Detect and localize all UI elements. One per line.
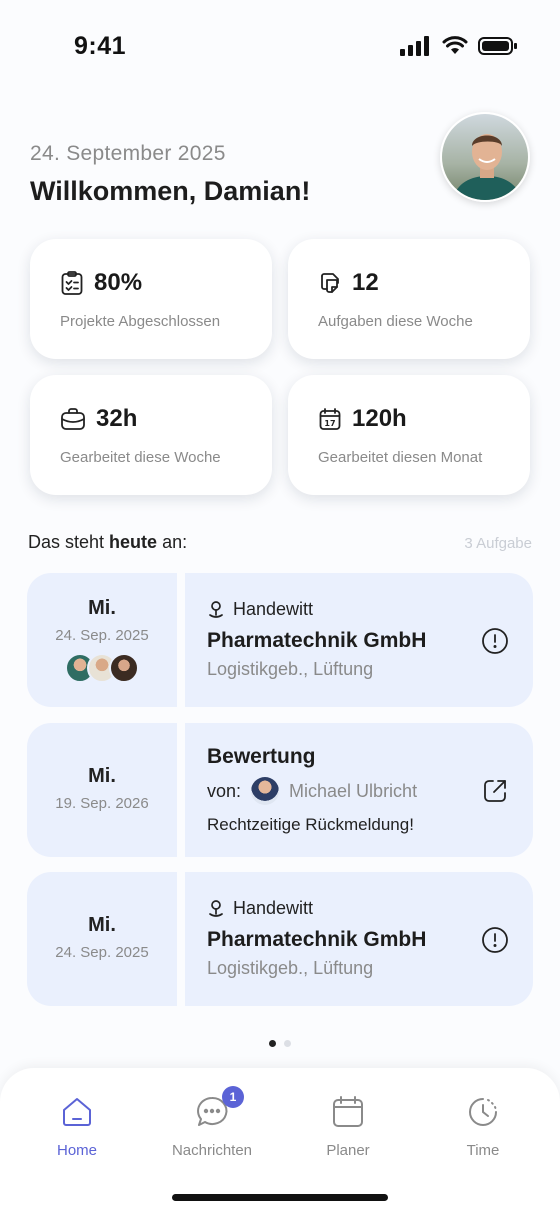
today-heading: Das steht heute an:	[28, 532, 188, 552]
review-from-label: von:	[207, 780, 242, 801]
task-company: Pharmatechnik GmbH	[207, 629, 427, 652]
status-bar: 9:41	[0, 0, 560, 96]
review-card[interactable]: Mi. 19. Sep. 2026 Bewertung von: Michael…	[27, 723, 533, 857]
task-date: 24. Sep. 2025	[55, 944, 149, 961]
task-detail: Logistikgeb., Lüftung	[207, 659, 374, 679]
tab-messages[interactable]: 1 Nachrichten	[152, 1086, 272, 1159]
task-detail-panel: Handewitt Pharmatechnik GmbH Logistikgeb…	[185, 872, 533, 1006]
task-day: Mi.	[88, 914, 116, 936]
tab-label: Nachrichten	[171, 1142, 253, 1159]
task-card[interactable]: Mi. 24. Sep. 2025 Handewitt Pharmatechni…	[27, 573, 533, 707]
reviewer-name[interactable]: Michael Ulbricht	[289, 781, 417, 802]
stat-label: Projekte Abgeschlossen	[60, 313, 221, 330]
calendar-17-icon: 17	[319, 408, 341, 430]
task-day: Mi.	[88, 765, 116, 787]
task-count: 3 Aufgabe	[464, 535, 532, 552]
external-link-icon[interactable]	[481, 777, 509, 805]
briefcase-icon	[61, 408, 85, 430]
stat-value: 120h	[352, 405, 407, 432]
stat-value: 80%	[94, 269, 143, 296]
task-date-panel: Mi. 19. Sep. 2026	[27, 723, 177, 857]
svg-text:17: 17	[324, 419, 335, 428]
welcome-title: Willkommen, Damian!	[30, 176, 311, 206]
pagination-dots[interactable]	[0, 1040, 560, 1047]
task-day: Mi.	[88, 597, 116, 619]
page-dot[interactable]	[284, 1040, 291, 1047]
task-company: Pharmatechnik GmbH	[207, 928, 427, 951]
task-date: 24. Sep. 2025	[55, 627, 149, 644]
tab-label: Home	[56, 1142, 97, 1159]
stat-label: Gearbeitet diesen Monat	[318, 449, 483, 466]
notes-icon	[321, 273, 339, 293]
stat-value: 12	[352, 269, 379, 296]
review-detail-panel: Bewertung von: Michael Ulbricht Rechtzei…	[185, 723, 533, 857]
bottom-tab-bar: Home 1 Nachrichten Planer Time	[0, 1068, 560, 1214]
task-date-panel: Mi. 24. Sep. 2025	[27, 872, 177, 1006]
avatar-photo	[442, 114, 528, 200]
tab-label: Planer	[326, 1142, 370, 1159]
status-time: 9:41	[74, 32, 127, 60]
task-detail-panel: Handewitt Pharmatechnik GmbH Logistikgeb…	[185, 573, 533, 707]
avatar	[109, 653, 139, 683]
stat-card-hours-week[interactable]: 32h Gearbeitet diese Woche	[30, 375, 272, 495]
home-icon	[63, 1098, 91, 1126]
stat-card-projects[interactable]: 80% Projekte Abgeschlossen	[30, 239, 272, 359]
stat-card-hours-month[interactable]: 17 120h Gearbeitet diesen Monat	[288, 375, 530, 495]
task-date: 19. Sep. 2026	[55, 795, 149, 812]
task-card[interactable]: Mi. 24. Sep. 2025 Handewitt Pharmatechni…	[27, 872, 533, 1006]
stat-label: Gearbeitet diese Woche	[60, 449, 221, 466]
battery-icon	[478, 37, 517, 55]
stat-card-tasks[interactable]: 12 Aufgaben diese Woche	[288, 239, 530, 359]
wifi-icon	[442, 36, 468, 54]
tab-home[interactable]: Home	[17, 1092, 137, 1159]
location-pin-icon	[209, 899, 223, 917]
unread-badge: 1	[222, 1086, 244, 1108]
page-dot-active[interactable]	[269, 1040, 276, 1047]
alert-circle-icon[interactable]	[481, 926, 509, 954]
task-location: Handewitt	[233, 599, 314, 619]
task-detail: Logistikgeb., Lüftung	[207, 958, 374, 978]
current-date: 24. September 2025	[30, 142, 226, 165]
tab-time[interactable]: Time	[423, 1092, 543, 1159]
calendar-icon	[333, 1096, 363, 1127]
task-location: Handewitt	[233, 898, 314, 918]
clipboard-check-icon	[61, 271, 83, 295]
location-pin-icon	[209, 600, 223, 618]
greeting: 24. September 2025 Willkommen, Damian!	[30, 142, 310, 207]
tab-planner[interactable]: Planer	[288, 1092, 408, 1159]
alert-circle-icon[interactable]	[481, 627, 509, 655]
clock-icon	[469, 1098, 497, 1126]
review-title: Bewertung	[207, 745, 316, 768]
reviewer-avatar	[251, 777, 280, 805]
home-indicator	[172, 1194, 388, 1201]
tab-label: Time	[466, 1142, 500, 1159]
task-date-panel: Mi. 24. Sep. 2025	[27, 573, 177, 707]
review-message: Rechtzeitige Rückmeldung!	[207, 815, 414, 834]
stat-label: Aufgaben diese Woche	[318, 313, 473, 330]
assignee-avatars	[65, 653, 139, 683]
stat-value: 32h	[96, 405, 138, 432]
profile-avatar[interactable]	[440, 112, 530, 202]
signal-icon	[400, 36, 429, 56]
